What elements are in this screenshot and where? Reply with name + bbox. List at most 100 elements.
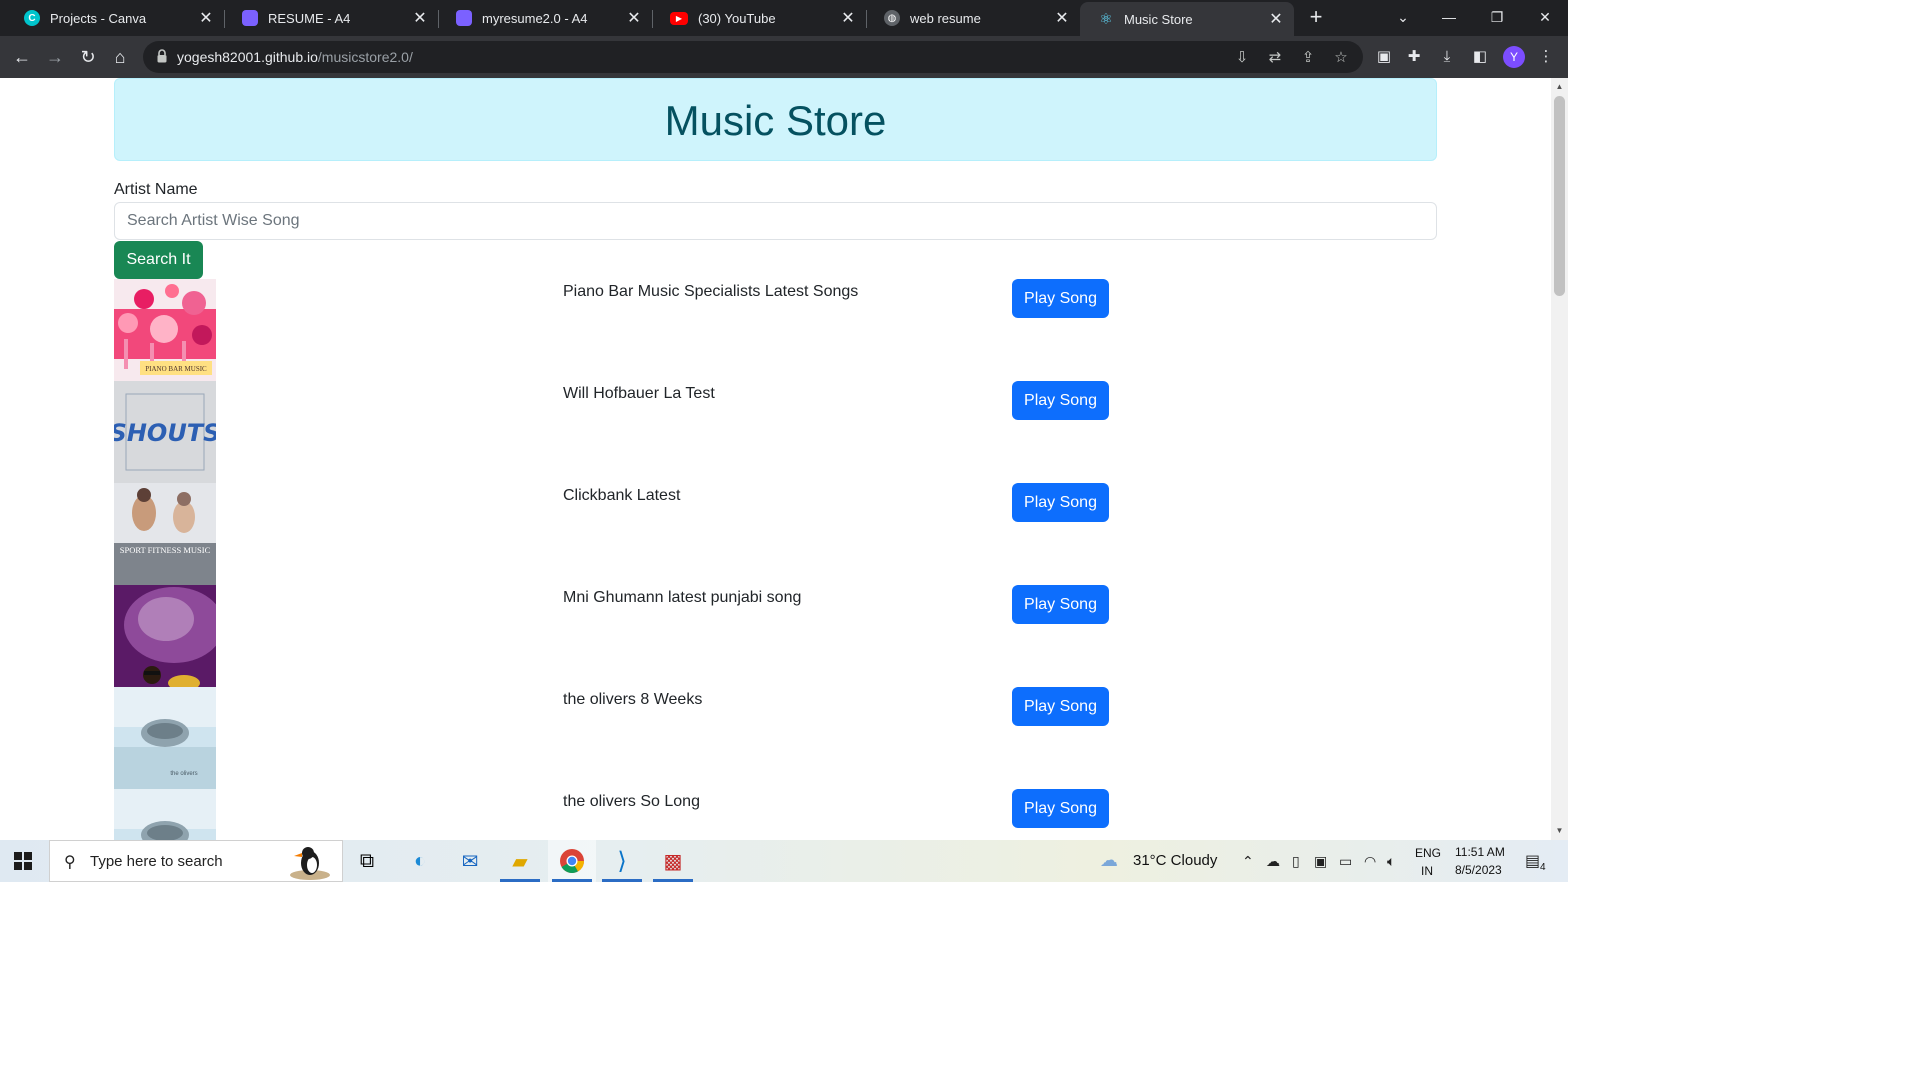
thumb-text: PIANO BAR MUSIC (145, 365, 207, 373)
page-header: Music Store (114, 78, 1437, 161)
profile-avatar[interactable]: Y (1503, 46, 1525, 68)
back-button[interactable]: ← (9, 44, 35, 70)
home-button[interactable]: ⌂ (107, 44, 133, 70)
vscode-icon[interactable]: ⟩ (598, 840, 646, 882)
globe-icon: ◍ (884, 10, 900, 26)
page-viewport: Music Store Artist Name Search It PIANO … (0, 78, 1551, 840)
song-title: Mni Ghumann latest punjabi song (563, 589, 802, 606)
forward-button[interactable]: → (42, 44, 68, 70)
file-explorer-icon[interactable]: ▰ (496, 840, 544, 882)
canva-icon: C (24, 10, 40, 26)
volume-icon[interactable]: 🔈︎ (1387, 853, 1395, 870)
scrollbar-thumb[interactable] (1554, 96, 1565, 296)
portrait-cover (114, 585, 216, 687)
song-row: SPORT FITNESS MUSIC Clickbank Latest Pla… (114, 483, 1437, 585)
download-icon[interactable]: ⤓ (1437, 47, 1457, 67)
tab-label: web resume (910, 10, 981, 26)
translate-icon[interactable]: ⇄ (1266, 49, 1284, 67)
close-icon[interactable]: ✕ (626, 8, 642, 28)
url-path: /musicstore2.0/ (317, 49, 413, 65)
search-button[interactable]: Search It (114, 241, 203, 279)
olivers-cover-2 (114, 789, 216, 840)
play-song-button[interactable]: Play Song (1012, 279, 1109, 318)
close-icon[interactable]: ✕ (1054, 8, 1070, 28)
tab-music-store[interactable]: ⚛ Music Store ✕ (1080, 2, 1294, 36)
artist-name-label: Artist Name (114, 181, 198, 198)
wifi-icon[interactable]: ◠ (1364, 853, 1376, 870)
minimize-button[interactable]: — (1426, 4, 1472, 30)
song-title: Piano Bar Music Specialists Latest Songs (563, 283, 859, 300)
bookmark-star-icon[interactable]: ☆ (1332, 49, 1350, 67)
url-text[interactable]: yogesh82001.github.io/musicstore2.0/ (177, 49, 413, 65)
reload-button[interactable]: ↻ (75, 44, 101, 70)
page-scrollbar[interactable]: ▲ ▼ (1551, 78, 1568, 840)
restore-button[interactable]: ❐ (1474, 4, 1520, 30)
install-app-icon[interactable]: ⇩ (1233, 49, 1251, 67)
fitness-cover: SPORT FITNESS MUSIC (114, 483, 216, 585)
olivers-cover: the olivers (114, 687, 216, 789)
scroll-up-arrow[interactable]: ▲ (1555, 82, 1564, 91)
mail-icon[interactable]: ✉ (446, 840, 494, 882)
page-title: Music Store (664, 97, 887, 144)
lock-icon[interactable] (157, 49, 167, 63)
extension-icon[interactable]: ▣ (1374, 47, 1394, 67)
security-icon[interactable]: ▣ (1314, 853, 1327, 870)
task-view-icon[interactable]: ⧉ (343, 840, 391, 882)
edge-icon[interactable]: ◐ (396, 840, 444, 882)
song-title: Clickbank Latest (563, 487, 681, 504)
tab-projects-canva[interactable]: C Projects - Canva ✕ (6, 3, 224, 33)
taskbar-search-box[interactable]: ⚲ Type here to search (49, 840, 343, 882)
tab-label: (30) YouTube (698, 10, 776, 26)
side-panel-icon[interactable]: ◧ (1470, 47, 1490, 67)
song-row: Mni Ghumann latest punjabi song Play Son… (114, 585, 1437, 687)
tab-label: Music Store (1124, 11, 1193, 27)
play-song-button[interactable]: Play Song (1012, 483, 1109, 522)
notification-icon[interactable]: ▤ (1525, 851, 1540, 871)
clock-date[interactable]: 8/5/2023 (1455, 863, 1502, 877)
battery-icon[interactable]: ▭ (1339, 853, 1352, 870)
clock-time[interactable]: 11:51 AM (1455, 845, 1505, 859)
share-icon[interactable]: ⇪ (1299, 49, 1317, 67)
tab-myresume[interactable]: myresume2.0 - A4 ✕ (438, 3, 652, 33)
chrome-icon[interactable] (548, 840, 596, 882)
play-song-button[interactable]: Play Song (1012, 687, 1109, 726)
browser-toolbar: ← → ↻ ⌂ yogesh82001.github.io/musicstore… (0, 36, 1568, 78)
play-song-button[interactable]: Play Song (1012, 585, 1109, 624)
thumb-text: SPORT FITNESS MUSIC (120, 545, 211, 555)
artist-search-input[interactable] (114, 202, 1437, 240)
onedrive-icon[interactable]: ☁ (1266, 853, 1280, 870)
tab-label: myresume2.0 - A4 (482, 10, 588, 26)
new-tab-button[interactable]: + (1304, 6, 1328, 30)
puzzle-extensions-icon[interactable]: ✚ (1404, 47, 1424, 67)
tab-youtube[interactable]: ▶ (30) YouTube ✕ (652, 3, 866, 33)
tab-resume-a4[interactable]: RESUME - A4 ✕ (224, 3, 438, 33)
browser-tab-strip: C Projects - Canva ✕ RESUME - A4 ✕ myres… (0, 0, 1568, 36)
weather-text[interactable]: 31°C Cloudy (1133, 852, 1217, 869)
play-song-button[interactable]: Play Song (1012, 789, 1109, 828)
cloud-weather-icon[interactable]: ☁ (1100, 850, 1118, 871)
winrar-icon[interactable]: ▩ (649, 840, 697, 882)
notification-count: 4 (1540, 862, 1546, 873)
close-icon[interactable]: ✕ (840, 8, 856, 28)
play-song-button[interactable]: Play Song (1012, 381, 1109, 420)
windows-start-icon[interactable] (14, 852, 32, 870)
device-icon[interactable]: ▯ (1292, 853, 1300, 870)
tab-label: Projects - Canva (50, 10, 147, 26)
close-window-button[interactable]: ✕ (1522, 4, 1568, 30)
language-code[interactable]: ENG (1415, 846, 1441, 860)
tab-web-resume[interactable]: ◍ web resume ✕ (866, 3, 1080, 33)
menu-kebab-icon[interactable]: ⋮ (1536, 47, 1556, 67)
close-icon[interactable]: ✕ (412, 8, 428, 28)
song-row: the olivers So Long Play Song (114, 789, 1437, 840)
piano-bar-cover: PIANO BAR MUSIC (114, 279, 216, 381)
scroll-down-arrow[interactable]: ▼ (1555, 826, 1564, 835)
chevron-up-icon[interactable]: ⌃ (1242, 853, 1254, 870)
shouts-cover: SHOUTS (114, 381, 216, 483)
address-bar[interactable]: yogesh82001.github.io/musicstore2.0/ ⇩ ⇄… (143, 41, 1363, 73)
close-icon[interactable]: ✕ (1268, 9, 1284, 29)
language-region[interactable]: IN (1421, 864, 1433, 878)
tab-search-button[interactable]: ⌄ (1380, 4, 1426, 30)
close-icon[interactable]: ✕ (198, 8, 214, 28)
windows-taskbar: ⚲ Type here to search ⧉ ◐ ✉ ▰ ⟩ ▩ ☁ 31°C… (0, 840, 1568, 882)
url-host: yogesh82001.github.io (177, 49, 318, 65)
